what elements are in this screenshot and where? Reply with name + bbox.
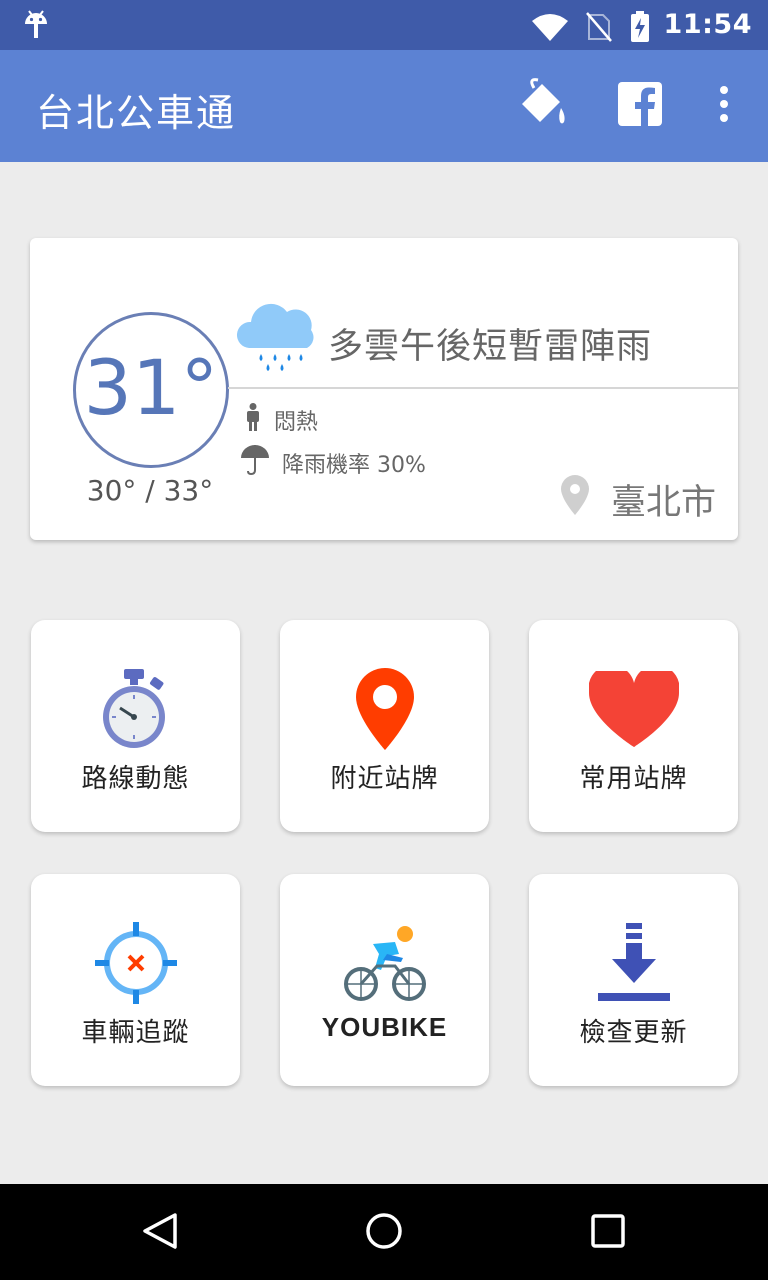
download-icon — [529, 918, 738, 1008]
app-bar: 台北公車通 — [0, 50, 768, 162]
home-icon — [365, 1212, 403, 1254]
temperature-ring: 31° — [73, 312, 229, 468]
nearby-stops-tile[interactable]: 附近站牌 — [280, 620, 489, 832]
stopwatch-icon — [31, 664, 240, 754]
app-title: 台北公車通 — [36, 91, 237, 135]
location-pin-icon — [280, 664, 489, 754]
more-options-icon — [718, 86, 730, 126]
back-button[interactable] — [135, 1208, 185, 1258]
nearby-stops-label: 附近站牌 — [330, 764, 439, 794]
status-bar: 11:54 — [0, 0, 768, 50]
more-options-button[interactable] — [696, 78, 752, 134]
back-icon — [142, 1212, 178, 1254]
home-button[interactable] — [359, 1208, 409, 1258]
heart-icon — [529, 664, 738, 754]
no-sim-icon — [586, 12, 612, 46]
feel-row: 悶熱 — [246, 403, 318, 437]
favorite-stops-tile[interactable]: 常用站牌 — [529, 620, 738, 832]
umbrella-icon — [240, 444, 270, 482]
theme-paint-button[interactable] — [514, 78, 570, 134]
clock: 11:54 — [663, 9, 752, 40]
wifi-icon — [532, 13, 568, 45]
rain-row: 降雨機率 30% — [240, 444, 426, 482]
recents-button[interactable] — [583, 1208, 633, 1258]
weather-divider — [228, 387, 738, 389]
weather-card[interactable]: 31° 30° / 33° 多雲午後短暫雷陣雨 悶熱 降雨機率 30% 臺北市 — [30, 238, 738, 540]
bicycle-icon — [280, 918, 489, 1008]
vehicle-tracking-tile[interactable]: 車輛追蹤 — [31, 874, 240, 1086]
city-row: 臺北市 — [560, 474, 716, 525]
rain-cloud-icon — [235, 298, 319, 382]
battery-charging-icon — [630, 11, 650, 47]
check-update-tile[interactable]: 檢查更新 — [529, 874, 738, 1086]
check-update-label: 檢查更新 — [579, 1018, 688, 1048]
feel-text: 悶熱 — [274, 410, 319, 435]
city-name: 臺北市 — [610, 483, 716, 523]
crosshair-icon — [31, 918, 240, 1008]
facebook-button[interactable] — [612, 78, 668, 134]
vehicle-tracking-label: 車輛追蹤 — [81, 1018, 190, 1048]
rain-chance: 降雨機率 30% — [282, 453, 426, 478]
recents-icon — [591, 1214, 625, 1252]
navigation-bar — [0, 1184, 768, 1280]
route-status-tile[interactable]: 路線動態 — [31, 620, 240, 832]
youbike-label: YOUBIKE — [321, 1012, 448, 1042]
favorite-stops-label: 常用站牌 — [579, 764, 688, 794]
route-status-label: 路線動態 — [81, 764, 190, 794]
current-temperature: 31° — [83, 343, 219, 432]
android-icon — [22, 8, 50, 46]
weather-condition: 多雲午後短暫雷陣雨 — [328, 327, 653, 367]
location-marker-icon — [560, 475, 589, 524]
facebook-icon — [618, 82, 662, 130]
person-icon — [246, 403, 260, 437]
temperature-range: 30° / 33° — [86, 474, 214, 507]
theme-paint-icon — [514, 78, 570, 134]
youbike-tile[interactable]: YOUBIKE — [280, 874, 489, 1086]
